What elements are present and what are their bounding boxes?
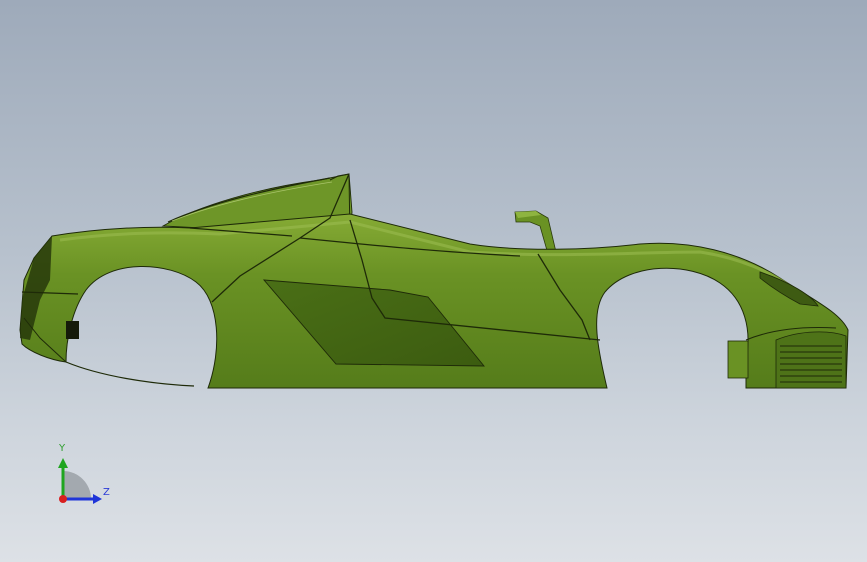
triad-z-label: Z xyxy=(103,487,110,498)
graphics-viewport[interactable]: Y Z xyxy=(0,0,867,562)
view-orientation-triad xyxy=(58,458,102,504)
x-axis-dot xyxy=(59,495,67,503)
rocker-line xyxy=(65,361,195,387)
car-model[interactable] xyxy=(0,0,867,562)
triad-y-label: Y xyxy=(59,443,66,454)
rear-spoiler xyxy=(514,210,557,255)
